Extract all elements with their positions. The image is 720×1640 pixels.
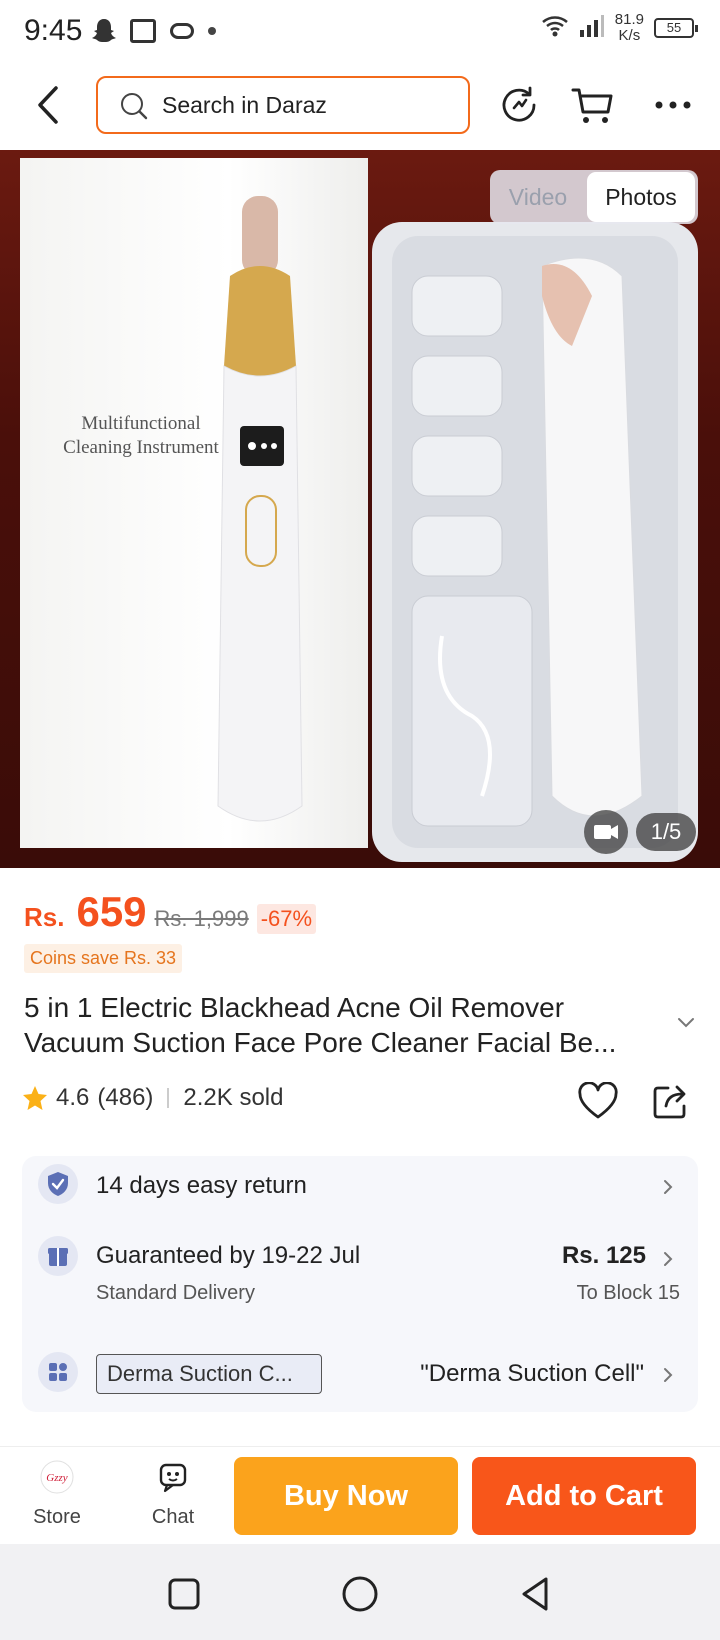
cart-icon[interactable] — [570, 82, 616, 128]
search-box[interactable] — [96, 76, 470, 134]
price: 659 — [76, 888, 147, 935]
net-speed-value: 81.9 — [614, 11, 644, 28]
search-icon — [120, 92, 148, 120]
more-icon[interactable] — [650, 82, 696, 128]
chevron-right-icon[interactable] — [662, 1250, 674, 1268]
share-icon[interactable] — [652, 1082, 690, 1120]
chat-label: Chat — [151, 1506, 195, 1528]
rating-row[interactable]: 4.6 (486) 2.2K sold — [22, 1084, 283, 1112]
wishlist-heart-icon[interactable] — [578, 1081, 618, 1120]
battery-icon: 55 — [654, 18, 698, 38]
svg-text:Gzzy: Gzzy — [46, 1472, 68, 1484]
status-icons-right: 81.9 K/s 55 — [541, 12, 698, 44]
price-row: Rs. 659 Rs. 1,999 -67% — [24, 888, 317, 936]
store-tag[interactable]: Derma Suction C... — [96, 1354, 322, 1394]
chevron-down-icon[interactable] — [676, 1016, 696, 1030]
notification-box-icon — [130, 19, 156, 43]
add-to-cart-button[interactable]: Add to Cart — [472, 1457, 696, 1535]
delivery-type: Standard Delivery — [96, 1282, 255, 1304]
discount-badge: -67% — [256, 904, 317, 934]
original-price: Rs. 1,999 — [154, 906, 249, 931]
tab-photos[interactable]: Photos — [587, 172, 695, 222]
store-button[interactable]: Gzzy Store — [20, 1457, 94, 1537]
coins-badge: Coins save Rs. 33 — [24, 944, 183, 973]
divider — [167, 1088, 170, 1108]
star-icon — [22, 1085, 48, 1111]
video-camera-icon[interactable] — [584, 810, 628, 854]
shipping-price: Rs. 125 — [561, 1242, 646, 1269]
price-currency: Rs. — [24, 902, 65, 932]
store-label: Store — [33, 1506, 81, 1528]
product-tray-image — [372, 222, 698, 862]
net-speed-unit: K/s — [618, 27, 641, 44]
header — [0, 64, 720, 150]
sold-count: 2.2K sold — [183, 1084, 284, 1111]
search-input[interactable] — [162, 78, 452, 132]
home-icon[interactable] — [340, 1574, 380, 1614]
product-title[interactable]: 5 in 1 Electric Blackhead Acne Oil Remov… — [24, 990, 664, 1060]
store-name[interactable]: "Derma Suction Cell" — [420, 1360, 644, 1388]
system-navigation-bar — [0, 1544, 720, 1640]
action-bar: Gzzy Store Chat Buy Now Add to Cart — [0, 1446, 720, 1544]
recent-apps-icon[interactable] — [164, 1574, 204, 1614]
chevron-right-icon[interactable] — [662, 1178, 674, 1196]
game-icon — [170, 23, 194, 39]
rating-value: 4.6 — [56, 1084, 90, 1111]
back-icon[interactable] — [30, 82, 70, 128]
review-count: (486) — [97, 1084, 154, 1111]
network-speed: 81.9 K/s — [615, 12, 644, 44]
product-image-gallery[interactable]: Multifunctional Cleaning Instrument Vide… — [0, 150, 720, 868]
status-bar: 9:45 81.9 K/s 55 — [0, 0, 720, 64]
shipping-destination: To Block 15 — [576, 1282, 680, 1304]
back-nav-icon[interactable] — [516, 1574, 556, 1614]
store-grid-icon — [38, 1352, 78, 1392]
wifi-icon — [541, 14, 569, 43]
tab-video[interactable]: Video — [490, 170, 586, 224]
shield-check-icon — [38, 1164, 78, 1204]
buy-now-button[interactable]: Buy Now — [234, 1457, 458, 1535]
status-icons-left — [92, 18, 216, 44]
device-illustration-left — [217, 196, 303, 822]
status-time: 9:45 — [24, 14, 83, 47]
chat-button[interactable]: Chat — [136, 1457, 210, 1537]
return-policy[interactable]: 14 days easy return — [96, 1172, 307, 1200]
history-icon[interactable] — [496, 82, 542, 128]
media-toggle: Video Photos — [490, 170, 698, 224]
dot-icon — [208, 27, 216, 35]
info-card: 14 days easy return Guaranteed by 19-22 … — [22, 1156, 698, 1412]
delivery-guarantee[interactable]: Guaranteed by 19-22 Jul — [96, 1242, 360, 1270]
snapchat-icon — [92, 18, 116, 44]
chevron-right-icon[interactable] — [662, 1366, 674, 1384]
gift-box-icon — [38, 1236, 78, 1276]
signal-icon — [579, 14, 605, 43]
store-logo-icon: Gzzy — [40, 1460, 74, 1494]
chat-bot-icon — [159, 1463, 187, 1493]
image-page-counter: 1/5 — [636, 813, 696, 851]
